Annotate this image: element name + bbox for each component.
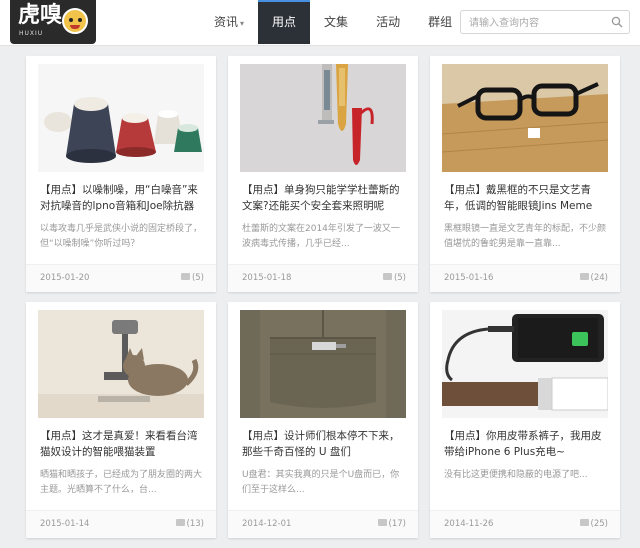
article-excerpt: 黑框眼镜一直是文艺青年的标配，不少颜值堪忧的鲁蛇男是靠一直靠...	[444, 224, 607, 249]
comment-count[interactable]: (13)	[175, 519, 204, 529]
comment-count[interactable]: (5)	[180, 273, 204, 283]
search-icon[interactable]	[611, 16, 623, 28]
comment-icon	[175, 519, 185, 526]
comment-count-value: (17)	[388, 519, 406, 529]
article-excerpt: 以毒攻毒几乎是武侠小说的固定桥段了，但“以噪制噪”你听过吗？	[40, 224, 203, 249]
article-meta: 2015-01-16 (24)	[430, 264, 620, 292]
article-excerpt: 杜蕾斯的文案在2014年引发了一波又一波病毒式传播，几乎已经...	[242, 224, 400, 249]
chevron-down-icon: ▾	[240, 19, 245, 28]
article-tag: 【用点】	[242, 430, 284, 442]
article-date: 2015-01-20	[40, 273, 90, 283]
comment-icon	[579, 273, 589, 280]
glasses-image	[442, 64, 608, 172]
article-card[interactable]: 【用点】单身狗只能学学杜蕾斯的文案?还能买个安全套来照明呢 杜蕾斯的文案在201…	[228, 56, 418, 292]
search-box	[460, 10, 630, 35]
comment-count[interactable]: (17)	[377, 519, 406, 529]
nav-item-wenji[interactable]: 文集	[310, 0, 362, 44]
article-meta: 2014-12-01 (17)	[228, 510, 418, 538]
comment-icon	[382, 273, 392, 280]
article-tag: 【用点】	[242, 184, 284, 196]
nav-label: 资讯	[214, 15, 239, 29]
nav-item-events[interactable]: 活动	[362, 0, 414, 44]
article-excerpt: 没有比这更便携和隐蔽的电源了吧...	[444, 470, 588, 480]
comment-icon	[377, 519, 387, 526]
comment-count-value: (25)	[590, 519, 608, 529]
article-thumbnail[interactable]	[38, 64, 204, 172]
comment-icon	[579, 519, 589, 526]
article-card[interactable]: 【用点】你用皮带系裤子，我用皮带给iPhone 6 Plus充电~ 没有比这更便…	[430, 302, 620, 538]
article-tag: 【用点】	[40, 430, 82, 442]
article-thumbnail[interactable]	[38, 310, 204, 418]
article-thumbnail[interactable]	[240, 310, 406, 418]
article-date: 2015-01-16	[444, 273, 494, 283]
nav-label: 文集	[324, 15, 349, 29]
article-tag: 【用点】	[444, 184, 486, 196]
speaker-cones-image	[38, 64, 204, 172]
top-header: 虎嗅 HUXIU 资讯 ▾ 用点 文集 活动 群组	[0, 0, 640, 46]
nav-item-groups[interactable]: 群组	[414, 0, 466, 44]
belt-charger-image	[442, 310, 608, 418]
article-card[interactable]: 【用点】以噪制噪，用“白噪音”来对抗噪音的lpno音箱和Joe除抗器 以毒攻毒几…	[26, 56, 216, 292]
nav-label: 用点	[272, 15, 297, 29]
article-title[interactable]: 【用点】设计师们根本停不下来，那些千奇百怪的 U 盘们	[242, 428, 408, 460]
cat-feeder-image	[38, 310, 204, 418]
article-meta: 2015-01-14 (13)	[26, 510, 216, 538]
article-card[interactable]: 【用点】戴黑框的不只是文艺青年，低调的智能眼镜Jins Meme 黑框眼镜一直是…	[430, 56, 620, 292]
comment-count-value: (24)	[590, 273, 608, 283]
nav-item-yongdian[interactable]: 用点	[258, 0, 311, 44]
logo-text: 虎嗅	[18, 3, 63, 28]
nav-label: 群组	[428, 15, 453, 29]
comment-icon	[180, 273, 190, 280]
article-title[interactable]: 【用点】你用皮带系裤子，我用皮带给iPhone 6 Plus充电~	[444, 428, 610, 460]
article-meta: 2015-01-20 (5)	[26, 264, 216, 292]
comment-count-value: (5)	[393, 273, 406, 283]
nav-label: 活动	[376, 15, 401, 29]
site-logo[interactable]: 虎嗅 HUXIU	[10, 0, 96, 44]
article-date: 2014-12-01	[242, 519, 292, 529]
nav-item-news[interactable]: 资讯 ▾	[200, 0, 258, 44]
article-thumbnail[interactable]	[442, 64, 608, 172]
usb-shirt-image	[240, 310, 406, 418]
logo-subtext: HUXIU	[19, 30, 44, 37]
mascot-icon	[62, 8, 88, 34]
comment-count[interactable]: (24)	[579, 273, 608, 283]
comment-count[interactable]: (5)	[382, 273, 406, 283]
article-thumbnail[interactable]	[240, 64, 406, 172]
article-date: 2015-01-14	[40, 519, 90, 529]
article-date: 2014-11-26	[444, 519, 494, 529]
search-input[interactable]	[461, 12, 601, 35]
comment-count-value: (13)	[186, 519, 204, 529]
article-date: 2015-01-18	[242, 273, 292, 283]
comment-count[interactable]: (25)	[579, 519, 608, 529]
article-title[interactable]: 【用点】以噪制噪，用“白噪音”来对抗噪音的lpno音箱和Joe除抗器	[40, 182, 206, 214]
article-title[interactable]: 【用点】这才是真爱！来看看台湾猫奴设计的智能喂猫装置	[40, 428, 206, 460]
comment-count-value: (5)	[191, 273, 204, 283]
article-tag: 【用点】	[40, 184, 82, 196]
article-title[interactable]: 【用点】单身狗只能学学杜蕾斯的文案?还能买个安全套来照明呢	[242, 182, 408, 214]
article-title[interactable]: 【用点】戴黑框的不只是文艺青年，低调的智能眼镜Jins Meme	[444, 182, 610, 214]
test-tube-image	[240, 64, 406, 172]
article-meta: 2015-01-18 (5)	[228, 264, 418, 292]
article-card[interactable]: 【用点】设计师们根本停不下来，那些千奇百怪的 U 盘们 U盘君：其实我真的只是个…	[228, 302, 418, 538]
article-meta: 2014-11-26 (25)	[430, 510, 620, 538]
article-excerpt: U盘君：其实我真的只是个U盘而已，你们至于这样么...	[242, 470, 400, 495]
main-nav: 资讯 ▾ 用点 文集 活动 群组	[200, 0, 466, 46]
article-excerpt: 晒猫和晒孩子，已经成为了朋友圈的两大主题。光晒算不了什么，台...	[40, 470, 203, 495]
article-tag: 【用点】	[444, 430, 486, 442]
article-card[interactable]: 【用点】这才是真爱！来看看台湾猫奴设计的智能喂猫装置 晒猫和晒孩子，已经成为了朋…	[26, 302, 216, 538]
article-thumbnail[interactable]	[442, 310, 608, 418]
